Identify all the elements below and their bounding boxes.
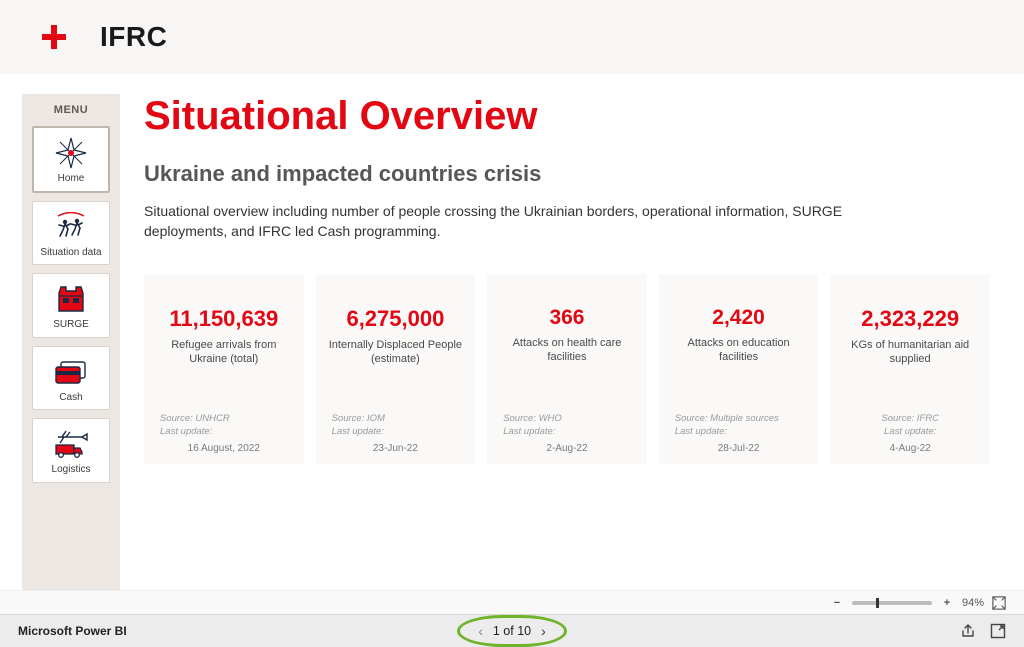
stat-date: 28-Jul-22 (665, 443, 813, 454)
prev-page-button[interactable]: ‹ (478, 623, 483, 639)
zoom-percent: 94% (962, 597, 984, 609)
vest-icon (51, 282, 91, 316)
zoom-in-button[interactable]: + (940, 597, 954, 609)
stat-label: Attacks on education facilities (665, 336, 813, 365)
stat-label: Refugee arrivals from Ukraine (total) (150, 338, 298, 367)
sidebar-item-label: Home (58, 173, 85, 185)
zoom-slider[interactable] (852, 601, 932, 605)
stat-date: 16 August, 2022 (150, 443, 298, 454)
fit-to-page-icon[interactable] (992, 596, 1006, 610)
stat-source: Source: WHO (493, 413, 641, 426)
stat-cards-row: 11,150,639 Refugee arrivals from Ukraine… (144, 274, 990, 464)
stat-value: 366 (493, 306, 641, 330)
stat-updated-label: Last update: (322, 426, 470, 439)
stat-date: 23-Jun-22 (322, 443, 470, 454)
stat-value: 11,150,639 (150, 306, 298, 332)
stat-value: 2,323,229 (836, 306, 984, 332)
stat-date: 4-Aug-22 (836, 443, 984, 454)
stat-card-health-attacks: 366 Attacks on health care facilities So… (487, 274, 647, 464)
main-content: Situational Overview Ukraine and impacte… (120, 74, 1024, 590)
stat-card-aid-supplied: 2,323,229 KGs of humanitarian aid suppli… (830, 274, 990, 464)
stat-updated-label: Last update: (150, 426, 298, 439)
stat-card-education-attacks: 2,420 Attacks on education facilities So… (659, 274, 819, 464)
stat-card-idp: 6,275,000 Internally Displaced People (e… (316, 274, 476, 464)
red-cross-crescent-icon (42, 23, 94, 51)
stat-label: KGs of humanitarian aid supplied (836, 338, 984, 367)
sidebar-item-logistics[interactable]: Logistics (32, 418, 110, 483)
share-icon[interactable] (960, 623, 976, 639)
page-navigator: ‹ 1 of 10 › (478, 623, 546, 639)
footer-bar: Microsoft Power BI ‹ 1 of 10 › (0, 614, 1024, 647)
next-page-button[interactable]: › (541, 623, 546, 639)
sidebar-item-label: Cash (59, 392, 82, 404)
sidebar-item-cash[interactable]: Cash (32, 346, 110, 411)
footer-actions (960, 623, 1006, 639)
sidebar-menu: MENU Home Situation (22, 94, 120, 590)
sidebar-item-label: SURGE (53, 319, 89, 331)
stat-source: Source: Multiple sources (665, 413, 813, 426)
sidebar-title: MENU (54, 104, 88, 116)
stat-updated-label: Last update: (665, 426, 813, 439)
page-description: Situational overview including number of… (144, 201, 924, 242)
sidebar-item-label: Logistics (52, 464, 91, 476)
page-indicator: 1 of 10 (493, 624, 531, 638)
credit-cards-icon (51, 355, 91, 389)
stat-source: Source: IFRC (836, 413, 984, 426)
zoom-toolbar: − + 94% (0, 590, 1024, 614)
brand-bar: IFRC (0, 0, 1024, 74)
powerbi-brand: Microsoft Power BI (18, 624, 127, 638)
sidebar-item-situation-data[interactable]: Situation data (32, 201, 110, 266)
zoom-out-button[interactable]: − (830, 597, 844, 609)
stat-card-refugee-arrivals: 11,150,639 Refugee arrivals from Ukraine… (144, 274, 304, 464)
stat-source: Source: IOM (322, 413, 470, 426)
stat-label: Internally Displaced People (estimate) (322, 338, 470, 367)
sidebar-item-label: Situation data (40, 247, 101, 259)
ifrc-logo: IFRC (42, 21, 167, 53)
stat-date: 2-Aug-22 (493, 443, 641, 454)
stat-updated-label: Last update: (493, 426, 641, 439)
compass-star-icon (51, 136, 91, 170)
sidebar-item-surge[interactable]: SURGE (32, 273, 110, 338)
brand-text: IFRC (100, 21, 167, 53)
running-people-icon (51, 210, 91, 244)
plane-truck-icon (51, 427, 91, 461)
stat-updated-label: Last update: (836, 426, 984, 439)
fullscreen-icon[interactable] (990, 623, 1006, 639)
page-subtitle: Ukraine and impacted countries crisis (144, 161, 990, 187)
page-title: Situational Overview (144, 94, 990, 139)
stat-value: 2,420 (665, 306, 813, 330)
stat-source: Source: UNHCR (150, 413, 298, 426)
stat-value: 6,275,000 (322, 306, 470, 332)
report-body: MENU Home Situation (0, 74, 1024, 590)
sidebar-item-home[interactable]: Home (32, 126, 110, 193)
zoom-slider-thumb[interactable] (876, 598, 879, 608)
stat-label: Attacks on health care facilities (493, 336, 641, 365)
